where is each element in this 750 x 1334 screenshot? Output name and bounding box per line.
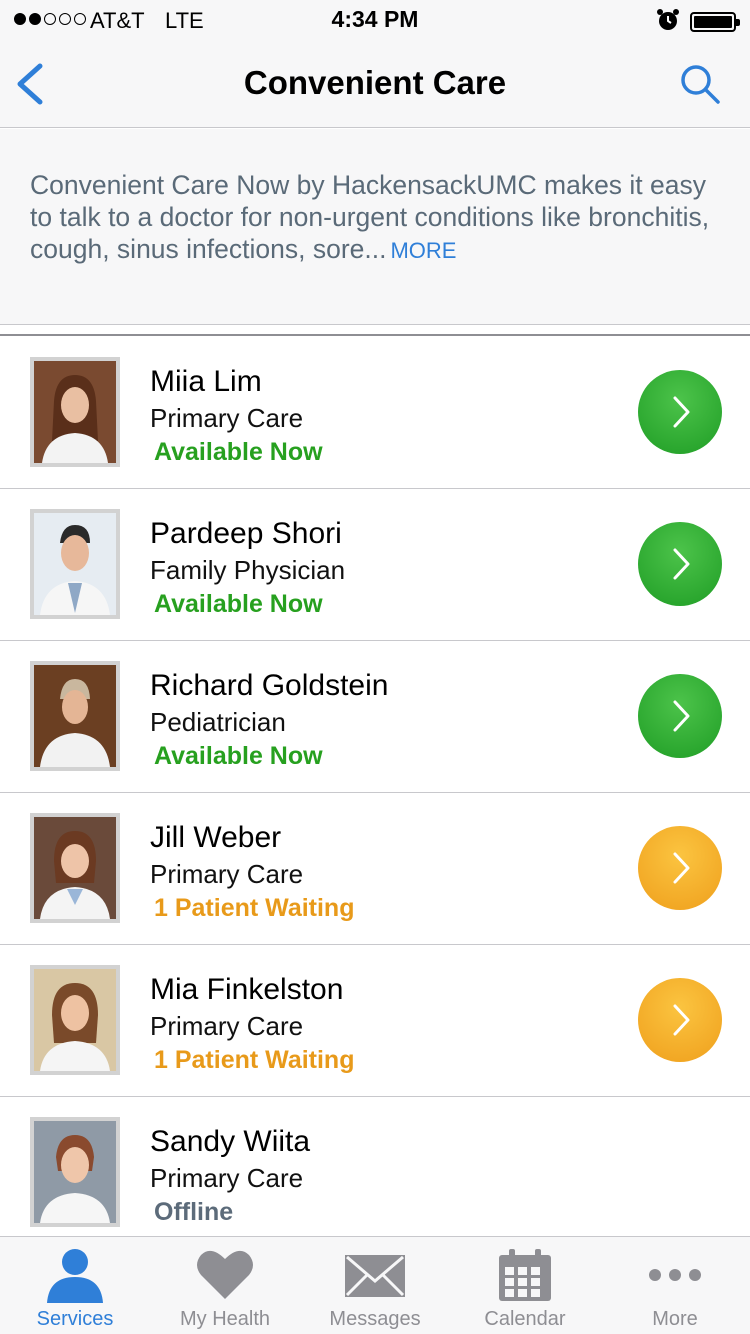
doctor-specialty: Primary Care <box>150 403 304 433</box>
doctor-name: Pardeep Shori <box>150 517 342 550</box>
tab-label: More <box>652 1308 698 1330</box>
doctor-portrait-image <box>34 665 116 767</box>
doctor-row[interactable]: Pardeep Shori Family Physician Available… <box>0 489 750 641</box>
chevron-right-icon <box>673 396 690 428</box>
doctor-photo <box>30 661 120 771</box>
section-divider <box>0 334 750 336</box>
doctor-photo <box>30 1117 120 1227</box>
page-title: Convenient Care <box>243 64 507 101</box>
tab-label: Calendar <box>484 1308 566 1330</box>
more-link[interactable]: MORE <box>390 238 456 263</box>
doctor-specialty: Family Physician <box>150 555 346 585</box>
person-icon <box>47 1249 103 1303</box>
doctor-specialty: Primary Care <box>150 1011 304 1041</box>
doctor-specialty: Primary Care <box>150 859 304 889</box>
doctor-row[interactable]: Sandy Wiita Primary Care Offline <box>0 1097 750 1249</box>
doctor-status: Available Now <box>154 438 323 466</box>
doctor-photo <box>30 509 120 619</box>
service-description: Convenient Care Now by HackensackUMC mak… <box>0 129 750 325</box>
doctor-portrait-image <box>34 513 116 615</box>
doctor-status: Offline <box>154 1198 234 1226</box>
doctor-name: Sandy Wiita <box>150 1125 311 1158</box>
doctor-portrait-image <box>34 1121 116 1223</box>
chevron-right-icon <box>673 548 690 580</box>
doctor-portrait-image <box>34 361 116 463</box>
doctor-portrait-image <box>34 817 116 919</box>
doctor-list: Miia Lim Primary Care Available Now Pard… <box>0 337 750 1249</box>
start-visit-button[interactable] <box>638 826 722 910</box>
doctor-name: Miia Lim <box>150 365 262 398</box>
doctor-status: Available Now <box>154 590 323 618</box>
doctor-status: Available Now <box>154 742 323 770</box>
doctor-name: Mia Finkelston <box>150 973 344 1006</box>
calendar-icon <box>499 1249 551 1301</box>
tab-label: My Health <box>179 1308 271 1330</box>
start-visit-button[interactable] <box>638 978 722 1062</box>
envelope-icon <box>345 1255 405 1297</box>
doctor-portrait-image <box>34 969 116 1071</box>
tab-my-health[interactable]: My Health <box>150 1237 300 1334</box>
doctor-status: 1 Patient Waiting <box>154 1046 355 1074</box>
start-visit-button[interactable] <box>638 370 722 454</box>
doctor-name: Richard Goldstein <box>150 669 389 702</box>
doctor-row[interactable]: Jill Weber Primary Care 1 Patient Waitin… <box>0 793 750 945</box>
chevron-right-icon <box>673 852 690 884</box>
tab-label: Services <box>36 1308 114 1330</box>
tab-services[interactable]: Services <box>0 1237 150 1334</box>
description-body: Convenient Care Now by HackensackUMC mak… <box>30 170 710 264</box>
tab-messages[interactable]: Messages <box>300 1237 450 1334</box>
doctor-row[interactable]: Mia Finkelston Primary Care 1 Patient Wa… <box>0 945 750 1097</box>
doctor-photo <box>30 965 120 1075</box>
start-visit-button[interactable] <box>638 522 722 606</box>
status-time: 4:34 PM <box>331 6 419 32</box>
start-visit-button[interactable] <box>638 674 722 758</box>
navigation-bar: Convenient Care <box>0 40 750 128</box>
doctor-row[interactable]: Miia Lim Primary Care Available Now <box>0 337 750 489</box>
doctor-specialty: Primary Care <box>150 1163 304 1193</box>
alarm-icon <box>657 9 679 30</box>
heart-icon <box>197 1250 253 1299</box>
doctor-photo <box>30 357 120 467</box>
tab-more[interactable]: More <box>600 1237 750 1334</box>
description-text: Convenient Care Now by HackensackUMC mak… <box>30 169 720 267</box>
doctor-specialty: Pediatrician <box>150 707 286 737</box>
doctor-photo <box>30 813 120 923</box>
doctor-row[interactable]: Richard Goldstein Pediatrician Available… <box>0 641 750 793</box>
chevron-right-icon <box>673 700 690 732</box>
chevron-right-icon <box>673 1004 690 1036</box>
tab-calendar[interactable]: Calendar <box>450 1237 600 1334</box>
tab-label: Messages <box>329 1308 421 1330</box>
battery-icon <box>690 12 740 32</box>
tab-bar: Services My Health Messages Calendar Mor… <box>0 1236 750 1334</box>
search-icon[interactable] <box>676 60 724 108</box>
more-icon <box>649 1269 701 1281</box>
status-bar: AT&T LTE 4:34 PM <box>0 0 750 40</box>
doctor-status: 1 Patient Waiting <box>154 894 355 922</box>
doctor-name: Jill Weber <box>150 821 282 854</box>
